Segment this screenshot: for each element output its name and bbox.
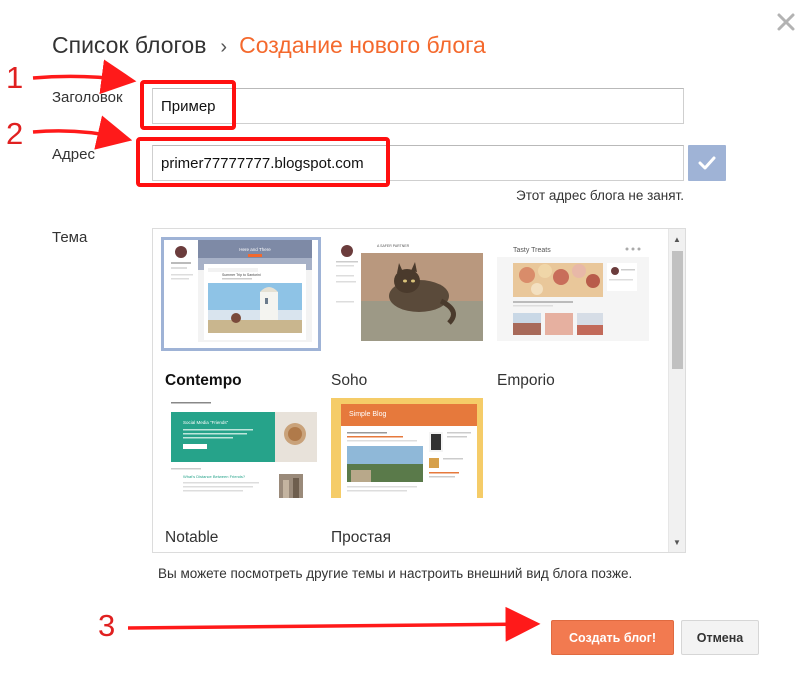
annotation-arrow-2 xyxy=(32,115,133,150)
annotation-arrow-3 xyxy=(127,606,541,642)
annotation-arrows xyxy=(32,59,541,642)
annotation-arrow-1 xyxy=(32,59,137,95)
